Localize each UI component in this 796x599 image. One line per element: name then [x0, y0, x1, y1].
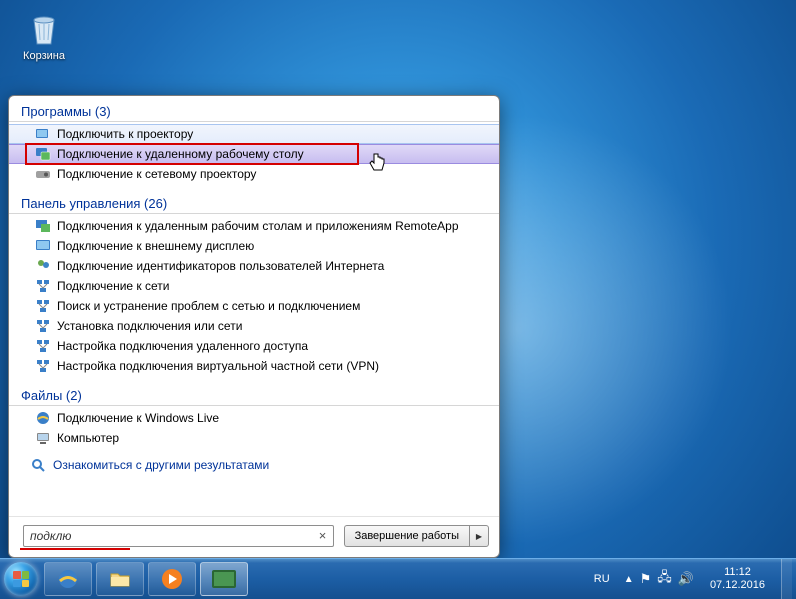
- shutdown-options-arrow[interactable]: ▶: [469, 525, 489, 547]
- network-icon: [35, 318, 51, 334]
- rdp-icon: [35, 146, 51, 162]
- show-desktop-button[interactable]: [781, 559, 792, 599]
- show-hidden-icons[interactable]: ▲: [624, 574, 634, 585]
- network-icon: [35, 278, 51, 294]
- search-icon: [31, 458, 45, 472]
- result-label: Подключения к удаленным рабочим столам и…: [57, 219, 459, 233]
- network-projector-icon: [35, 166, 51, 182]
- taskbar: RU ▲ ⚑ 🖧 🔊 11:12 07.12.2016: [0, 558, 796, 599]
- result-network-projector[interactable]: Подключение к сетевому проектору: [9, 164, 499, 184]
- result-connect-projector[interactable]: Подключить к проектору: [9, 124, 499, 144]
- ie-icon: [56, 567, 80, 591]
- result-setup-vpn[interactable]: Настройка подключения виртуальной частно…: [9, 356, 499, 376]
- clock-date: 07.12.2016: [710, 579, 765, 592]
- network-icon: [35, 338, 51, 354]
- result-setup-dialup[interactable]: Настройка подключения удаленного доступа: [9, 336, 499, 356]
- shutdown-button-group: Завершение работы ▶: [344, 525, 489, 547]
- network-icon: [35, 298, 51, 314]
- shutdown-button[interactable]: Завершение работы: [344, 525, 469, 547]
- see-more-results[interactable]: Ознакомиться с другими результатами: [9, 448, 499, 476]
- result-label: Подключение к Windows Live: [57, 411, 219, 425]
- result-label: Компьютер: [57, 431, 119, 445]
- result-internet-ids[interactable]: Подключение идентификаторов пользователе…: [9, 256, 499, 276]
- result-setup-connection[interactable]: Установка подключения или сети: [9, 316, 499, 336]
- result-label: Подключить к проектору: [57, 127, 193, 141]
- result-label: Подключение к удаленному рабочему столу: [57, 147, 304, 161]
- recycle-bin-label: Корзина: [14, 50, 74, 62]
- result-label: Установка подключения или сети: [57, 319, 242, 333]
- result-external-display[interactable]: Подключение к внешнему дисплею: [9, 236, 499, 256]
- start-menu-search-panel: Программы (3) Подключить к проектору Под…: [8, 95, 500, 558]
- display-icon: [35, 238, 51, 254]
- ie-icon: [35, 410, 51, 426]
- media-player-icon: [160, 567, 184, 591]
- see-more-label: Ознакомиться с другими результатами: [53, 458, 269, 472]
- result-label: Настройка подключения удаленного доступа: [57, 339, 308, 353]
- users-icon: [35, 258, 51, 274]
- result-connect-network[interactable]: Подключение к сети: [9, 276, 499, 296]
- windows-logo-icon: [4, 562, 38, 596]
- language-indicator[interactable]: RU: [590, 573, 614, 585]
- clock-time: 11:12: [710, 566, 765, 579]
- search-box-container: ×: [23, 525, 334, 547]
- result-remote-desktop[interactable]: Подключение к удаленному рабочему столу: [9, 144, 499, 164]
- start-button[interactable]: [0, 559, 42, 599]
- taskbar-explorer[interactable]: [96, 562, 144, 596]
- result-label: Подключение к внешнему дисплею: [57, 239, 254, 253]
- section-programs: Программы (3): [9, 100, 499, 122]
- search-input[interactable]: [23, 525, 334, 547]
- taskbar-ie[interactable]: [44, 562, 92, 596]
- network-icon: [35, 358, 51, 374]
- computer-icon: [35, 430, 51, 446]
- trash-icon: [24, 8, 64, 48]
- remoteapp-icon: [35, 218, 51, 234]
- projector-icon: [35, 126, 51, 142]
- section-control-panel: Панель управления (26): [9, 192, 499, 214]
- taskbar-media-player[interactable]: [148, 562, 196, 596]
- app-window-icon: [211, 569, 237, 589]
- result-troubleshoot-network[interactable]: Поиск и устранение проблем с сетью и под…: [9, 296, 499, 316]
- result-label: Подключение идентификаторов пользователе…: [57, 259, 384, 273]
- result-label: Поиск и устранение проблем с сетью и под…: [57, 299, 360, 313]
- system-tray: RU ▲ ⚑ 🖧 🔊 11:12 07.12.2016: [590, 559, 796, 599]
- result-windows-live[interactable]: Подключение к Windows Live: [9, 408, 499, 428]
- result-label: Подключение к сети: [57, 279, 169, 293]
- taskbar-clock[interactable]: 11:12 07.12.2016: [704, 566, 771, 592]
- result-computer[interactable]: Компьютер: [9, 428, 499, 448]
- section-files: Файлы (2): [9, 384, 499, 406]
- taskbar-running-app[interactable]: [200, 562, 248, 596]
- volume-icon[interactable]: 🔊: [678, 571, 694, 587]
- action-center-icon[interactable]: ⚑: [640, 571, 652, 587]
- folder-icon: [108, 567, 132, 591]
- result-remoteapp[interactable]: Подключения к удаленным рабочим столам и…: [9, 216, 499, 236]
- network-tray-icon[interactable]: 🖧: [657, 568, 672, 590]
- result-label: Настройка подключения виртуальной частно…: [57, 359, 379, 373]
- start-menu-bottom: × Завершение работы ▶: [9, 516, 499, 557]
- clear-search-button[interactable]: ×: [316, 529, 330, 543]
- recycle-bin-icon[interactable]: Корзина: [14, 8, 74, 62]
- red-underline: [20, 548, 130, 550]
- result-label: Подключение к сетевому проектору: [57, 167, 256, 181]
